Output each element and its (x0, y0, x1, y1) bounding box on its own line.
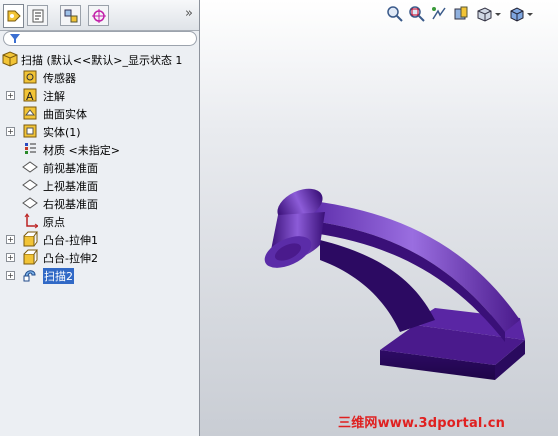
property-manager-tab[interactable] (27, 5, 48, 26)
panel-tab-bar: » (0, 0, 199, 31)
extrude-icon (23, 231, 38, 247)
tree-item[interactable]: + A 注解 (0, 86, 199, 104)
tree-item-label: 注解 (43, 90, 65, 103)
sensor-icon (23, 70, 37, 84)
plane-icon (22, 179, 38, 191)
tree-item[interactable]: + 扫描2 (0, 266, 199, 284)
property-manager-icon (32, 9, 43, 22)
dimxpert-tab[interactable] (88, 5, 109, 26)
tree-item[interactable]: 原点 (0, 212, 199, 230)
expand-toggle-icon[interactable]: + (6, 235, 15, 244)
configuration-manager-tab[interactable] (60, 5, 81, 26)
filter-icon (10, 34, 20, 43)
expand-toggle-icon[interactable]: + (6, 127, 15, 136)
feature-manager-icon (7, 10, 21, 22)
tree-item-label: 凸台-拉伸2 (43, 252, 98, 265)
configuration-manager-icon (64, 9, 77, 22)
tree-item[interactable]: 曲面实体 (0, 104, 199, 122)
tree-filter-input[interactable] (3, 31, 197, 46)
tree-item-label: 原点 (43, 216, 65, 229)
annotation-icon: A (23, 88, 37, 103)
tree-item-label: 扫描2 (43, 268, 74, 284)
tree-item[interactable]: + 凸台-拉伸2 (0, 248, 199, 266)
material-icon (25, 143, 36, 154)
expand-toggle-icon[interactable]: + (6, 91, 15, 100)
solid-bodies-icon (23, 124, 37, 138)
section-view-icon[interactable] (452, 5, 470, 23)
tree-item-label: 前视基准面 (43, 162, 98, 175)
tree-item-label: 凸台-拉伸1 (43, 234, 98, 247)
plane-icon (22, 197, 38, 209)
tree-item[interactable]: 右视基准面 (0, 194, 199, 212)
previous-view-icon[interactable] (430, 5, 448, 23)
tree-item[interactable]: 传感器 (0, 68, 199, 86)
display-style-icon[interactable] (508, 5, 526, 23)
sweep-icon (23, 270, 36, 282)
tree-item-label: 上视基准面 (43, 180, 98, 193)
tree-item[interactable]: 材质 <未指定> (0, 140, 199, 158)
tree-item[interactable]: 上视基准面 (0, 176, 199, 194)
tree-item-label: 右视基准面 (43, 198, 98, 211)
zoom-to-fit-icon[interactable] (386, 5, 404, 23)
tree-root-part[interactable]: 扫描 (默认<<默认>_显示状态 1 (0, 50, 199, 68)
expand-toggle-icon[interactable]: + (6, 253, 15, 262)
feature-manager-panel: » 扫描 (默认<<默认>_显示状态 1 传感器 + A 注解曲面实体 + 实体(1) 材质… (0, 0, 206, 436)
sweep-part-model[interactable] (250, 160, 550, 400)
tabs-more-button[interactable]: » (185, 6, 193, 21)
tree-item-label: 实体(1) (43, 126, 81, 139)
extrude-icon (23, 249, 38, 265)
origin-icon (24, 213, 38, 229)
site-watermark: 三维网www.3dportal.cn (338, 416, 506, 431)
zoom-to-area-icon[interactable] (408, 5, 426, 23)
tree-item[interactable]: + 实体(1) (0, 122, 199, 140)
view-orientation-icon[interactable] (476, 5, 494, 23)
expand-toggle-icon[interactable]: + (6, 271, 15, 280)
surface-bodies-icon (23, 106, 37, 120)
view-orientation-dropdown-icon[interactable] (494, 5, 502, 23)
tree-item[interactable]: 前视基准面 (0, 158, 199, 176)
tree-item-label: 传感器 (43, 72, 76, 85)
tree-item[interactable]: + 凸台-拉伸1 (0, 230, 199, 248)
tree-item-label: 材质 <未指定> (43, 144, 120, 157)
feature-manager-tab[interactable] (3, 4, 24, 28)
svg-text:A: A (26, 90, 34, 103)
tree-root-label: 扫描 (默认<<默认>_显示状态 1 (21, 54, 183, 67)
tree-item-label: 曲面实体 (43, 108, 87, 121)
plane-icon (22, 161, 38, 173)
display-style-dropdown-icon[interactable] (526, 5, 534, 23)
part-icon (2, 51, 18, 67)
dimxpert-icon (91, 8, 106, 23)
